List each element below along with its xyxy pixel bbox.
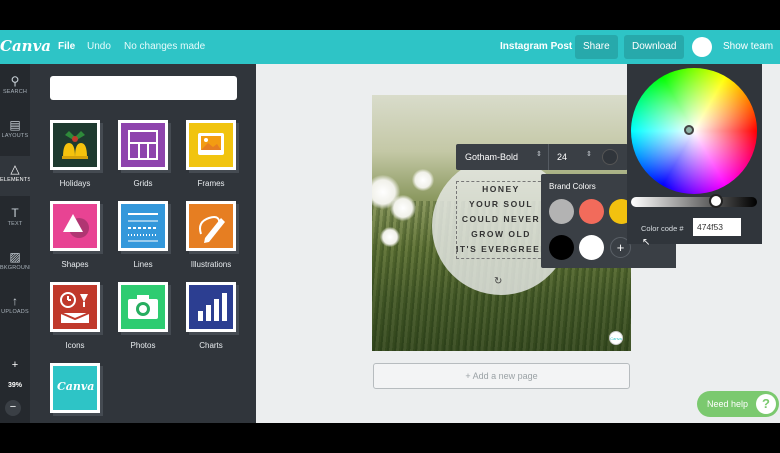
background-icon: ▨	[9, 250, 21, 264]
brightness-slider[interactable]	[631, 197, 757, 207]
lines-icon	[128, 213, 158, 242]
tile-label: Icons	[65, 341, 85, 350]
pencil-icon	[199, 216, 225, 243]
color-code-input[interactable]	[693, 218, 741, 236]
quote-textbox[interactable]: HONEY YOUR SOUL COULD NEVER GROW OLD IT'…	[456, 181, 546, 259]
need-help-button[interactable]: Need help ?	[697, 391, 779, 417]
tile-label: Grids	[133, 179, 153, 188]
tile-illustrations[interactable]	[186, 201, 236, 251]
text-icon: T	[11, 206, 19, 220]
nav-elements[interactable]: △ ELEMENTS	[0, 156, 30, 196]
color-wheel[interactable]	[631, 68, 757, 194]
canva-badge-icon: Canva	[609, 331, 623, 345]
tile-icons[interactable]	[50, 282, 100, 332]
dandelion	[412, 169, 434, 191]
color-swatch[interactable]	[579, 199, 604, 224]
zoom-in-button[interactable]: +	[5, 359, 25, 373]
file-menu[interactable]: File	[58, 41, 75, 52]
show-team-button[interactable]: Show team	[723, 41, 773, 52]
icons-icon	[60, 292, 90, 323]
elements-panel: Holidays Grids Frames Shapes Lines Illus…	[30, 64, 256, 423]
upload-icon: ↑	[12, 294, 18, 308]
add-page-button[interactable]: + Add a new page	[373, 363, 630, 389]
text-color-button[interactable]	[602, 149, 618, 165]
font-selector[interactable]: Gotham-Bold	[456, 144, 546, 170]
rotate-handle-icon[interactable]: ↻	[494, 276, 502, 287]
chevron-updown-icon: ⇕	[536, 151, 542, 158]
nav-search[interactable]: ⚲ SEARCH	[0, 68, 30, 108]
chart-icon	[198, 293, 227, 321]
bells-icon	[62, 131, 88, 159]
shapes-icon	[63, 214, 89, 238]
text-toolbar: Gotham-Bold ⇕ 24 ⇕	[456, 144, 628, 170]
team-avatar[interactable]	[692, 37, 712, 57]
tile-label: Photos	[130, 341, 156, 350]
side-nav: ⚲ SEARCH ▤ LAYOUTS △ ELEMENTS T TEXT ▨ B…	[0, 64, 30, 423]
dandelion	[390, 195, 416, 221]
color-code-label: Color code #	[641, 224, 684, 233]
app-window: Canva File Undo No changes made Instagra…	[0, 0, 780, 453]
tile-label: Frames	[197, 179, 225, 188]
nav-layouts[interactable]: ▤ LAYOUTS	[0, 112, 30, 152]
tile-holidays[interactable]	[50, 120, 100, 170]
download-button[interactable]: Download	[624, 35, 685, 59]
brand-colors-title: Brand Colors	[549, 182, 596, 191]
tile-photos[interactable]	[118, 282, 168, 332]
tile-canva-logos[interactable]: Canva	[50, 363, 100, 413]
layouts-icon: ▤	[9, 118, 21, 132]
color-swatch[interactable]	[549, 199, 574, 224]
tile-charts[interactable]	[186, 282, 236, 332]
quote-line: YOUR SOUL	[468, 199, 534, 209]
search-icon: ⚲	[10, 74, 20, 88]
camera-icon	[128, 295, 158, 319]
nav-uploads[interactable]: ↑ UPLOADS	[0, 288, 30, 328]
quote-line: GROW OLD	[471, 229, 531, 239]
chevron-updown-icon: ⇕	[586, 151, 592, 158]
document-type[interactable]: Instagram Post	[500, 41, 572, 52]
grid-icon	[128, 130, 158, 160]
elements-icon: △	[10, 162, 20, 176]
zoom-level: 39%	[7, 382, 22, 389]
tile-label: Charts	[199, 341, 223, 350]
need-help-label: Need help	[707, 399, 749, 409]
color-picker: Color code #	[627, 64, 762, 244]
quote-line: IT'S EVERGREEN	[456, 244, 548, 254]
undo-button[interactable]: Undo	[87, 41, 111, 52]
mouse-cursor-icon: ↖	[642, 237, 651, 248]
tile-grids[interactable]	[118, 120, 168, 170]
canva-logo[interactable]: Canva	[0, 37, 51, 55]
nav-text[interactable]: T TEXT	[0, 200, 30, 240]
canva-logo-icon: Canva	[57, 380, 95, 393]
quote-line: HONEY	[482, 184, 520, 194]
quote-line: COULD NEVER	[461, 214, 541, 224]
tile-frames[interactable]	[186, 120, 236, 170]
save-status: No changes made	[124, 41, 206, 52]
top-bar: Canva File Undo No changes made Instagra…	[0, 30, 780, 64]
tile-shapes[interactable]	[50, 201, 100, 251]
color-wheel-handle[interactable]	[684, 125, 694, 135]
brightness-slider-handle[interactable]	[709, 194, 723, 208]
question-icon: ?	[756, 394, 776, 414]
color-wheel-fade	[631, 68, 757, 194]
color-swatch[interactable]	[549, 235, 574, 260]
tile-label: Shapes	[61, 260, 89, 269]
tile-label: Lines	[133, 260, 153, 269]
color-swatch[interactable]	[579, 235, 604, 260]
tile-lines[interactable]	[118, 201, 168, 251]
tile-label: Illustrations	[190, 260, 232, 269]
nav-background[interactable]: ▨ BKGROUND	[0, 244, 30, 284]
share-button[interactable]: Share	[575, 35, 618, 59]
dandelion	[380, 227, 400, 247]
tile-label: Holidays	[59, 179, 91, 188]
frame-icon	[198, 133, 224, 155]
brand-colors-popover: Brand Colors +	[541, 174, 636, 268]
search-input[interactable]	[50, 76, 237, 100]
zoom-out-button[interactable]: −	[5, 400, 21, 416]
